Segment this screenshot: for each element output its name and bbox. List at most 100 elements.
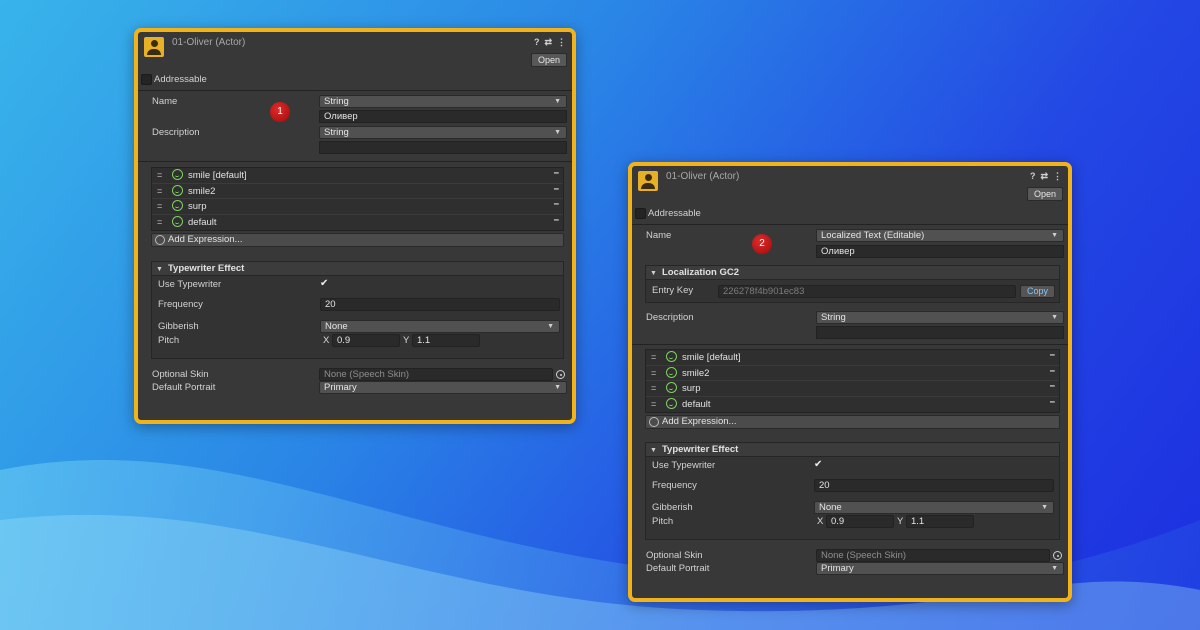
smile-icon <box>155 235 165 245</box>
settings-sliders-icon[interactable]: ⇄ <box>1040 171 1048 182</box>
entry-key-label: Entry Key <box>652 285 694 296</box>
gibberish-dropdown[interactable]: None ▼ <box>814 501 1054 514</box>
use-typewriter-checkbox[interactable]: ✔ <box>814 459 822 470</box>
pitch-x-field[interactable]: 0.9 <box>332 334 400 347</box>
settings-sliders-icon[interactable]: ⇄ <box>544 37 552 48</box>
frequency-field[interactable]: 20 <box>814 479 1054 492</box>
remove-icon[interactable]: − <box>1049 350 1055 361</box>
addressable-label: Addressable <box>648 208 701 219</box>
list-item[interactable]: = surp − <box>646 381 1059 397</box>
name-type-dropdown[interactable]: Localized Text (Editable) ▼ <box>816 229 1064 242</box>
typewriter-effect-section: ▼ Typewriter Effect Use Typewriter ✔ Freq… <box>151 261 564 359</box>
object-picker-icon[interactable] <box>1053 551 1062 560</box>
remove-icon[interactable]: − <box>1049 381 1055 392</box>
list-item[interactable]: = smile2 − <box>152 184 563 199</box>
actor-inspector-panel-1: 01-Oliver (Actor) ? ⇄ ⋮ Open Addressable… <box>134 28 576 424</box>
inspector-header: 01-Oliver (Actor) ? ⇄ ⋮ Open <box>632 166 1068 208</box>
drag-handle-icon[interactable]: = <box>651 383 656 393</box>
pitch-y-field[interactable]: 1.1 <box>906 515 974 528</box>
typewriter-effect-header[interactable]: ▼ Typewriter Effect <box>152 262 563 276</box>
section-title: Typewriter Effect <box>661 444 739 455</box>
remove-icon[interactable]: − <box>1049 366 1055 377</box>
optional-skin-field[interactable]: None (Speech Skin) <box>816 549 1050 562</box>
pitch-x-field[interactable]: 0.9 <box>826 515 894 528</box>
inspector-title: 01-Oliver (Actor) <box>666 171 740 182</box>
default-portrait-dropdown[interactable]: Primary ▼ <box>816 562 1064 575</box>
name-type-value: Localized Text (Editable) <box>821 230 925 241</box>
description-type-dropdown[interactable]: String ▼ <box>816 311 1064 324</box>
section-title: Localization GC2 <box>661 267 740 278</box>
drag-handle-icon[interactable]: = <box>157 217 162 227</box>
addressable-checkbox[interactable] <box>141 74 152 85</box>
use-typewriter-label: Use Typewriter <box>652 460 716 471</box>
expression-name: default <box>682 398 711 410</box>
expressions-list: = smile [default] − = smile2 − = surp − = defau… <box>645 349 1060 413</box>
add-expression-button[interactable]: Add Expression... <box>151 233 564 247</box>
drag-handle-icon[interactable]: = <box>157 186 162 196</box>
name-label: Name <box>646 230 672 241</box>
divider <box>138 161 572 162</box>
more-vert-icon[interactable]: ⋮ <box>1053 171 1062 182</box>
remove-icon[interactable]: − <box>553 199 559 210</box>
list-item[interactable]: = smile [default] − <box>646 350 1059 366</box>
copy-button[interactable]: Copy <box>1020 285 1056 298</box>
addressable-checkbox[interactable] <box>635 208 646 219</box>
dropdown-arrow-icon: ▼ <box>554 384 561 391</box>
remove-icon[interactable]: − <box>553 184 559 195</box>
remove-icon[interactable]: − <box>553 168 559 179</box>
smile-icon <box>649 417 659 427</box>
use-typewriter-checkbox[interactable]: ✔ <box>320 278 328 289</box>
gibberish-dropdown[interactable]: None ▼ <box>320 320 560 333</box>
name-value-field[interactable]: Оливер <box>816 245 1064 258</box>
list-item[interactable]: = default − <box>152 215 563 231</box>
description-type-value: String <box>324 127 349 138</box>
expressions-list: = smile [default] − = smile2 − = surp − = defau… <box>151 167 564 231</box>
add-expression-button[interactable]: Add Expression... <box>645 415 1060 429</box>
optional-skin-field[interactable]: None (Speech Skin) <box>319 368 553 381</box>
typewriter-effect-header[interactable]: ▼ Typewriter Effect <box>646 443 1059 457</box>
list-item[interactable]: = smile [default] − <box>152 168 563 184</box>
name-value-field[interactable]: Оливер <box>319 110 567 123</box>
smile-icon <box>666 366 677 378</box>
default-portrait-value: Primary <box>821 563 854 574</box>
gibberish-value: None <box>819 502 842 513</box>
actor-icon <box>638 171 658 191</box>
description-value-field[interactable] <box>319 141 567 154</box>
default-portrait-dropdown[interactable]: Primary ▼ <box>319 381 567 394</box>
drag-handle-icon[interactable]: = <box>157 170 162 180</box>
open-button[interactable]: Open <box>1026 187 1063 201</box>
open-button[interactable]: Open <box>530 53 567 67</box>
inspector-header: 01-Oliver (Actor) ? ⇄ ⋮ Open <box>138 32 572 74</box>
expression-name: smile [default] <box>682 352 741 363</box>
dropdown-arrow-icon: ▼ <box>554 98 561 105</box>
expression-name: surp <box>188 201 207 212</box>
drag-handle-icon[interactable]: = <box>651 352 656 362</box>
list-item[interactable]: = surp − <box>152 199 563 215</box>
expression-name: smile2 <box>188 185 216 197</box>
foldout-arrow-icon: ▼ <box>650 270 657 277</box>
entry-key-field[interactable]: 226278f4b901ec83 <box>718 285 1016 298</box>
more-vert-icon[interactable]: ⋮ <box>557 37 566 48</box>
drag-handle-icon[interactable]: = <box>157 201 162 211</box>
actor-icon <box>144 37 164 57</box>
addressable-label: Addressable <box>154 74 207 85</box>
description-type-dropdown[interactable]: String ▼ <box>319 126 567 139</box>
remove-icon[interactable]: − <box>1049 397 1055 408</box>
smile-icon <box>172 169 183 180</box>
pitch-y-field[interactable]: 1.1 <box>412 334 480 347</box>
object-picker-icon[interactable] <box>556 370 565 379</box>
name-type-dropdown[interactable]: String ▼ <box>319 95 567 108</box>
help-icon[interactable]: ? <box>534 37 540 48</box>
list-item[interactable]: = smile2 − <box>646 366 1059 381</box>
remove-icon[interactable]: − <box>553 215 559 226</box>
pitch-y-label: Y <box>897 516 904 527</box>
divider <box>632 344 1068 345</box>
frequency-field[interactable]: 20 <box>320 298 560 311</box>
description-value-field[interactable] <box>816 326 1064 339</box>
localization-header[interactable]: ▼ Localization GC2 <box>646 266 1059 280</box>
list-item[interactable]: = default − <box>646 397 1059 413</box>
smile-icon <box>172 215 183 227</box>
drag-handle-icon[interactable]: = <box>651 399 656 409</box>
drag-handle-icon[interactable]: = <box>651 368 656 378</box>
help-icon[interactable]: ? <box>1030 171 1036 182</box>
